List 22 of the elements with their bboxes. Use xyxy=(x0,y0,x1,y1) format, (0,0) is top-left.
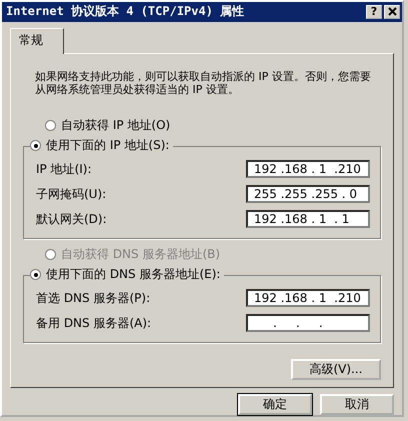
ip-address-field[interactable]: 192 .168 . 1 . 1 xyxy=(246,210,370,228)
close-icon xyxy=(388,7,396,16)
ok-button[interactable]: 确定 xyxy=(238,394,312,415)
cancel-button[interactable]: 取消 xyxy=(320,394,394,415)
ip-address-field[interactable]: . . . xyxy=(246,314,370,332)
field-label: IP 地址(I): xyxy=(36,160,92,178)
field-label: 备用 DNS 服务器(A): xyxy=(36,314,152,332)
radio-button[interactable]: 使用下面的 DNS 服务器地址(E): xyxy=(30,266,224,283)
close-button[interactable] xyxy=(384,4,400,19)
field-label: 默认网关(D): xyxy=(36,210,107,228)
field-label: 子网掩码(U): xyxy=(36,186,106,203)
radio-button[interactable]: 自动获得 IP 地址(O) xyxy=(23,118,170,134)
window-title: Internet 协议版本 4 (TCP/IPv4) 属性 xyxy=(6,3,246,20)
ip-address-field[interactable]: 255 .255 .255 . 0 xyxy=(246,185,370,204)
tab[interactable]: 常规 xyxy=(10,28,64,54)
help-button[interactable]: ? xyxy=(366,4,382,19)
ip-address-field[interactable]: 192 .168 . 1 .210 xyxy=(246,289,370,308)
ip-address-field[interactable]: 192 .168 . 1 .210 xyxy=(246,160,370,178)
description-text: 如果网络支持此功能，则可以获取自动指派的 IP 设置。否则，您需要从网络系统管理员处获得适当的 IP 设置。 xyxy=(35,70,372,96)
advanced-button[interactable]: 高级(V)... xyxy=(291,358,381,380)
radio-button[interactable]: 使用下面的 IP 地址(S): xyxy=(30,138,174,154)
field-label: 首选 DNS 服务器(P): xyxy=(36,290,150,307)
